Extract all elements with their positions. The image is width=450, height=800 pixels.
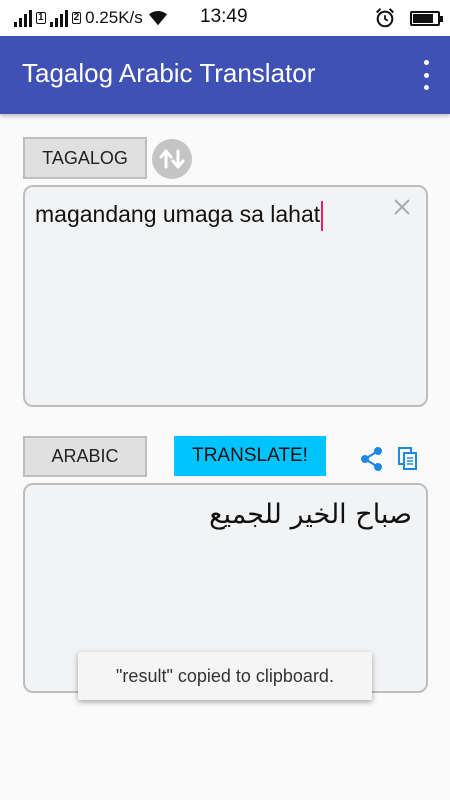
clock: 13:49 <box>200 6 248 27</box>
alarm-icon <box>376 8 394 28</box>
swap-vertical-icon[interactable] <box>152 139 192 179</box>
wifi-icon <box>148 10 167 26</box>
close-icon[interactable] <box>392 197 412 217</box>
sim-1-badge: 1 <box>36 12 46 24</box>
sim-2-badge: 2 <box>71 12 82 24</box>
clipboard-toast: "result" copied to clipboard. <box>78 652 372 700</box>
status-bar: 1 2 0.25K/s 13:49 <box>0 0 450 36</box>
battery-icon <box>410 10 443 26</box>
status-left: 1 2 0.25K/s <box>14 6 169 30</box>
source-language-button[interactable]: TAGALOG <box>23 137 147 179</box>
signal-icon-2 <box>49 9 68 27</box>
app-bar: Tagalog Arabic Translator <box>0 36 450 114</box>
input-text-wrapper: magandang umaga sa lahat <box>35 201 324 231</box>
status-right <box>374 7 443 29</box>
app-title: Tagalog Arabic Translator <box>22 58 316 88</box>
target-language-button[interactable]: ARABIC <box>23 436 147 477</box>
translate-button[interactable]: TRANSLATE! <box>174 436 326 476</box>
swap-arrows <box>159 149 185 169</box>
more-vert-icon[interactable] <box>416 60 436 90</box>
source-text-input[interactable]: magandang umaga sa lahat <box>23 185 428 407</box>
result-text-value: صباح الخير للجميع <box>209 499 412 530</box>
signal-icon <box>14 9 32 27</box>
text-caret <box>321 201 324 231</box>
source-text-value: magandang umaga sa lahat <box>35 201 321 228</box>
copy-icon[interactable] <box>397 446 419 472</box>
share-icon[interactable] <box>360 446 384 472</box>
network-speed: 0.25K/s <box>85 8 143 27</box>
